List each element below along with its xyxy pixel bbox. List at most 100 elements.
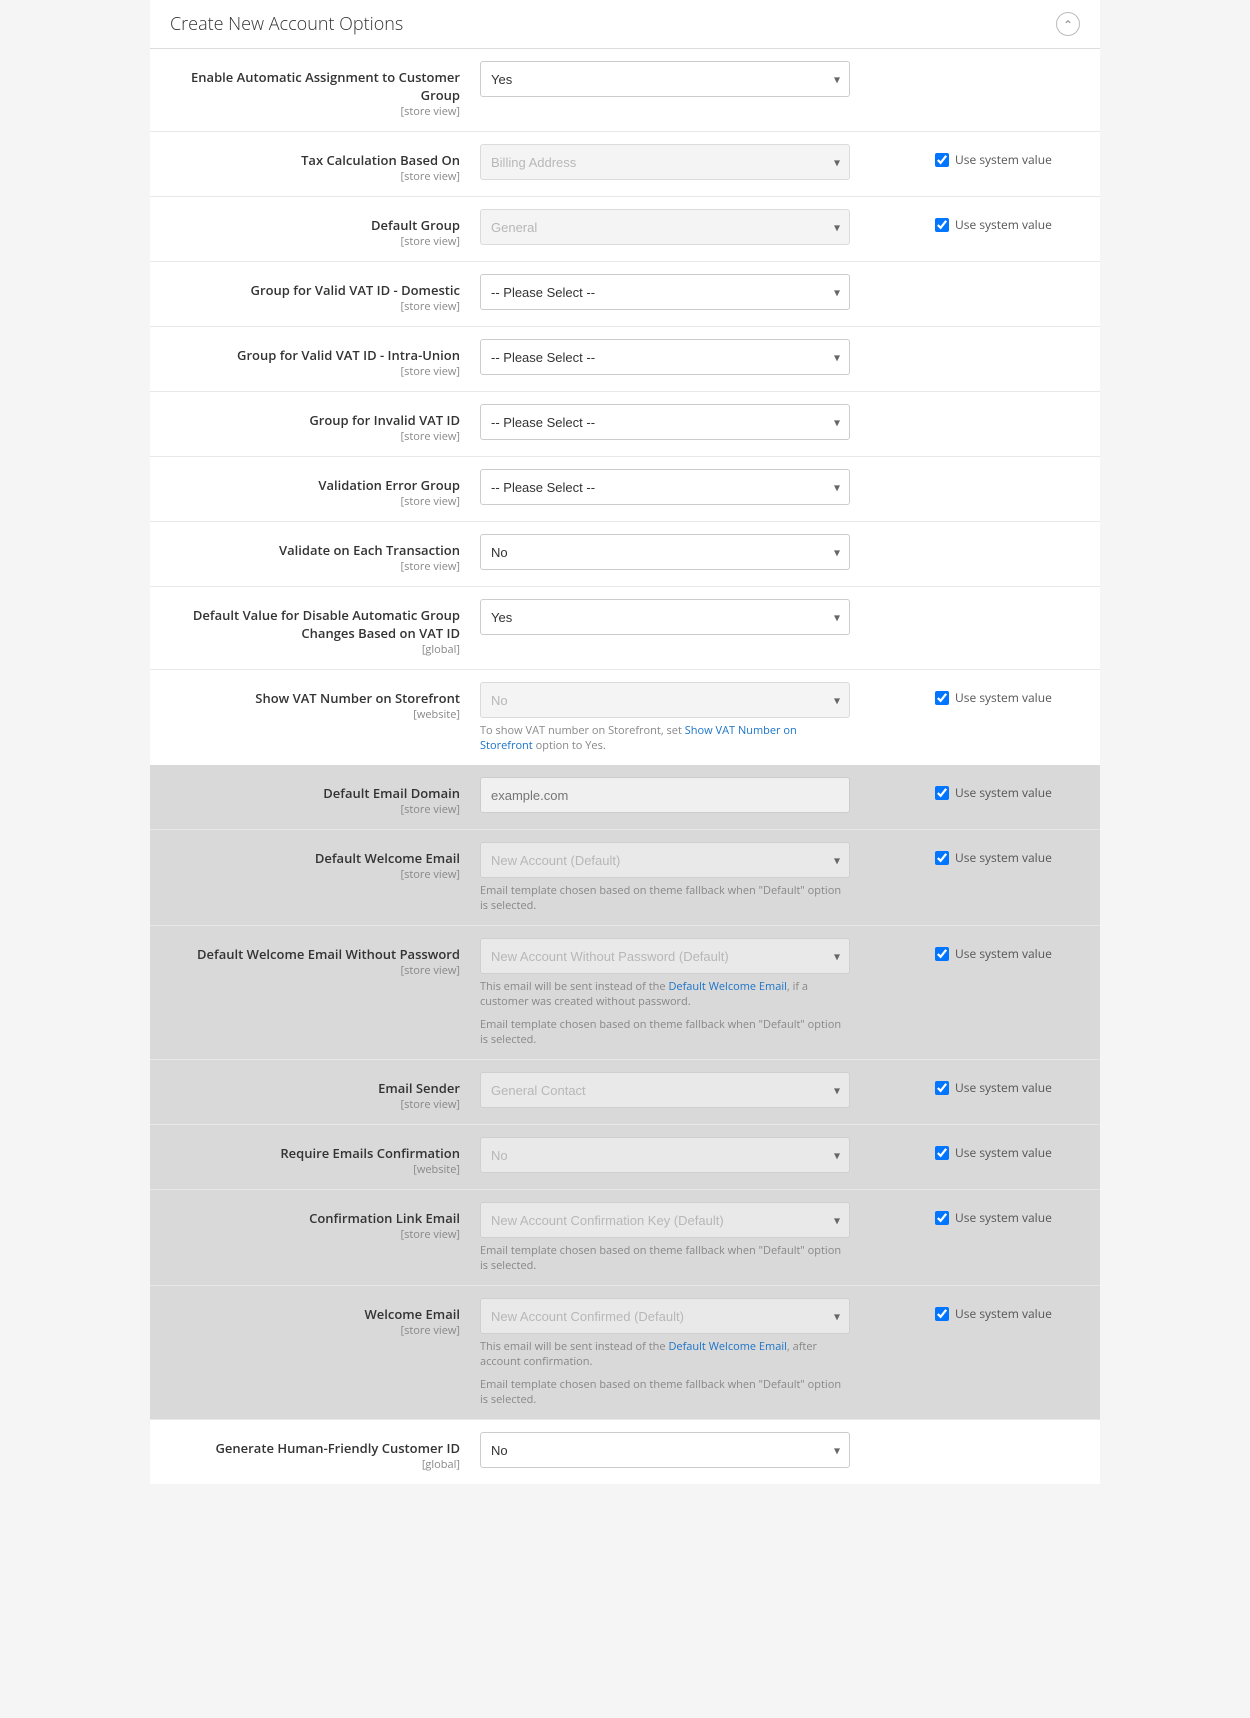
select-vat-invalid[interactable]: -- Please Select -- bbox=[480, 404, 850, 440]
field-label-validation-error-group: Validation Error Group bbox=[318, 476, 460, 494]
field-scope-vat-intra-union: [store view] bbox=[170, 364, 460, 379]
control-col-default-welcome-email: New Account (Default) Email template chos… bbox=[480, 842, 920, 913]
select-wrapper-vat-intra-union: -- Please Select -- bbox=[480, 339, 850, 375]
field-scope-default-welcome-email-no-password: [store view] bbox=[170, 963, 460, 978]
collapse-button[interactable]: ⌃ bbox=[1056, 12, 1080, 36]
field-label-default-welcome-email-no-password: Default Welcome Email Without Password bbox=[197, 945, 460, 963]
system-value-checkbox-default-group[interactable] bbox=[935, 218, 949, 232]
note2-welcome-email: Email template chosen based on theme fal… bbox=[480, 1377, 850, 1407]
select-tax-calculation: Billing AddressShipping Address bbox=[480, 144, 850, 180]
bottom-section: Generate Human-Friendly Customer ID[glob… bbox=[150, 1419, 1100, 1484]
select-wrapper-disable-auto-group-changes: YesNo bbox=[480, 599, 850, 635]
label-col-show-vat-storefront: Show VAT Number on Storefront[website] bbox=[170, 682, 480, 722]
system-value-label-confirmation-link-email[interactable]: Use system value bbox=[935, 1209, 1052, 1226]
system-value-text-tax-calculation: Use system value bbox=[955, 151, 1052, 168]
system-value-checkbox-require-emails-confirmation[interactable] bbox=[935, 1146, 949, 1160]
system-value-checkbox-confirmation-link-email[interactable] bbox=[935, 1211, 949, 1225]
note-confirmation-link-email: Email template chosen based on theme fal… bbox=[480, 1243, 850, 1273]
note1-default-welcome-email-no-password: This email will be sent instead of the D… bbox=[480, 979, 850, 1009]
system-value-text-default-welcome-email-no-password: Use system value bbox=[955, 945, 1052, 962]
system-value-col-vat-invalid bbox=[920, 404, 1080, 411]
system-value-label-default-welcome-email[interactable]: Use system value bbox=[935, 849, 1052, 866]
select-validate-each-transaction[interactable]: NoYes bbox=[480, 534, 850, 570]
form-row-email-sender: Email Sender[store view]General Contact U… bbox=[150, 1060, 1100, 1125]
system-value-checkbox-welcome-email[interactable] bbox=[935, 1307, 949, 1321]
field-label-confirmation-link-email: Confirmation Link Email bbox=[309, 1209, 460, 1227]
system-value-checkbox-show-vat-storefront[interactable] bbox=[935, 691, 949, 705]
field-label-vat-intra-union: Group for Valid VAT ID - Intra-Union bbox=[237, 346, 460, 364]
select-vat-domestic[interactable]: -- Please Select -- bbox=[480, 274, 850, 310]
system-value-label-default-group[interactable]: Use system value bbox=[935, 216, 1052, 233]
field-label-default-email-domain: Default Email Domain bbox=[323, 784, 460, 802]
label-col-tax-calculation: Tax Calculation Based On[store view] bbox=[170, 144, 480, 184]
label-col-confirmation-link-email: Confirmation Link Email[store view] bbox=[170, 1202, 480, 1242]
select-show-vat-storefront: NoYes bbox=[480, 682, 850, 718]
form-row-confirmation-link-email: Confirmation Link Email[store view]New A… bbox=[150, 1190, 1100, 1286]
select-vat-intra-union[interactable]: -- Please Select -- bbox=[480, 339, 850, 375]
label-col-vat-invalid: Group for Invalid VAT ID[store view] bbox=[170, 404, 480, 444]
control-col-validation-error-group: -- Please Select -- bbox=[480, 469, 920, 505]
gray-section: Default Email Domain [store view] Use syst… bbox=[150, 765, 1100, 1419]
system-value-label-default-email-domain[interactable]: Use system value bbox=[935, 784, 1052, 801]
section-header: Create New Account Options ⌃ bbox=[150, 0, 1100, 49]
select-validation-error-group[interactable]: -- Please Select -- bbox=[480, 469, 850, 505]
system-value-checkbox-tax-calculation[interactable] bbox=[935, 153, 949, 167]
form-row-show-vat-storefront: Show VAT Number on Storefront[website]No… bbox=[150, 670, 1100, 765]
system-value-label-default-welcome-email-no-password[interactable]: Use system value bbox=[935, 945, 1052, 962]
select-wrapper-default-welcome-email: New Account (Default) bbox=[480, 842, 850, 878]
system-value-checkbox-email-sender[interactable] bbox=[935, 1081, 949, 1095]
select-wrapper-validate-each-transaction: NoYes bbox=[480, 534, 850, 570]
label-col-vat-domestic: Group for Valid VAT ID - Domestic[store … bbox=[170, 274, 480, 314]
system-value-col-disable-auto-group-changes bbox=[920, 599, 1080, 606]
field-label-vat-domestic: Group for Valid VAT ID - Domestic bbox=[251, 281, 460, 299]
system-value-col-validate-each-transaction bbox=[920, 534, 1080, 541]
control-col-tax-calculation: Billing AddressShipping Address bbox=[480, 144, 920, 180]
system-value-col-default-email-domain: Use system value bbox=[920, 777, 1080, 801]
control-col-email-sender: General Contact bbox=[480, 1072, 920, 1108]
system-value-label-welcome-email[interactable]: Use system value bbox=[935, 1305, 1052, 1322]
label-col-vat-intra-union: Group for Valid VAT ID - Intra-Union[sto… bbox=[170, 339, 480, 379]
field-scope-require-emails-confirmation: [website] bbox=[170, 1162, 460, 1177]
control-col-vat-invalid: -- Please Select -- bbox=[480, 404, 920, 440]
form-row-disable-auto-group-changes: Default Value for Disable Automatic Grou… bbox=[150, 587, 1100, 670]
system-value-label-tax-calculation[interactable]: Use system value bbox=[935, 151, 1052, 168]
field-label-require-emails-confirmation: Require Emails Confirmation bbox=[280, 1144, 460, 1162]
system-value-col-vat-intra-union bbox=[920, 339, 1080, 346]
field-label-disable-auto-group-changes: Default Value for Disable Automatic Grou… bbox=[193, 606, 460, 642]
system-value-checkbox-default-welcome-email[interactable] bbox=[935, 851, 949, 865]
select-welcome-email: New Account Confirmed (Default) bbox=[480, 1298, 850, 1334]
label-col-disable-auto-group-changes: Default Value for Disable Automatic Grou… bbox=[170, 599, 480, 657]
select-wrapper-validation-error-group: -- Please Select -- bbox=[480, 469, 850, 505]
field-label-email-sender: Email Sender bbox=[378, 1079, 460, 1097]
field-scope-validation-error-group: [store view] bbox=[170, 494, 460, 509]
system-value-label-show-vat-storefront[interactable]: Use system value bbox=[935, 689, 1052, 706]
select-wrapper-vat-domestic: -- Please Select -- bbox=[480, 274, 850, 310]
select-disable-auto-group-changes[interactable]: YesNo bbox=[480, 599, 850, 635]
label-col-default-welcome-email: Default Welcome Email[store view] bbox=[170, 842, 480, 882]
system-value-text-default-welcome-email: Use system value bbox=[955, 849, 1052, 866]
control-col-default-email-domain bbox=[480, 777, 920, 813]
note-show-vat-storefront: To show VAT number on Storefront, set Sh… bbox=[480, 723, 850, 753]
system-value-checkbox-default-email-domain[interactable] bbox=[935, 786, 949, 800]
system-value-text-show-vat-storefront: Use system value bbox=[955, 689, 1052, 706]
system-value-col-welcome-email: Use system value bbox=[920, 1298, 1080, 1322]
select-wrapper-show-vat-storefront: NoYes bbox=[480, 682, 850, 718]
select-auto-assignment[interactable]: YesNo bbox=[480, 61, 850, 97]
control-col-vat-intra-union: -- Please Select -- bbox=[480, 339, 920, 375]
system-value-label-require-emails-confirmation[interactable]: Use system value bbox=[935, 1144, 1052, 1161]
select-wrapper-tax-calculation: Billing AddressShipping Address bbox=[480, 144, 850, 180]
label-col-generate-human-friendly-id: Generate Human-Friendly Customer ID[glob… bbox=[170, 1432, 480, 1472]
control-col-disable-auto-group-changes: YesNo bbox=[480, 599, 920, 635]
note-default-welcome-email: Email template chosen based on theme fal… bbox=[480, 883, 850, 913]
form-row-auto-assignment: Enable Automatic Assignment to Customer … bbox=[150, 49, 1100, 132]
system-value-label-email-sender[interactable]: Use system value bbox=[935, 1079, 1052, 1096]
form-row-validation-error-group: Validation Error Group[store view]-- Ple… bbox=[150, 457, 1100, 522]
field-scope-vat-domestic: [store view] bbox=[170, 299, 460, 314]
select-generate-human-friendly-id[interactable]: NoYes bbox=[480, 1432, 850, 1468]
label-col-validation-error-group: Validation Error Group[store view] bbox=[170, 469, 480, 509]
field-label-default-welcome-email: Default Welcome Email bbox=[315, 849, 460, 867]
label-col-email-sender: Email Sender[store view] bbox=[170, 1072, 480, 1112]
system-value-checkbox-default-welcome-email-no-password[interactable] bbox=[935, 947, 949, 961]
form-row-default-email-domain: Default Email Domain[store view]Use syst… bbox=[150, 765, 1100, 830]
form-row-vat-domestic: Group for Valid VAT ID - Domestic[store … bbox=[150, 262, 1100, 327]
